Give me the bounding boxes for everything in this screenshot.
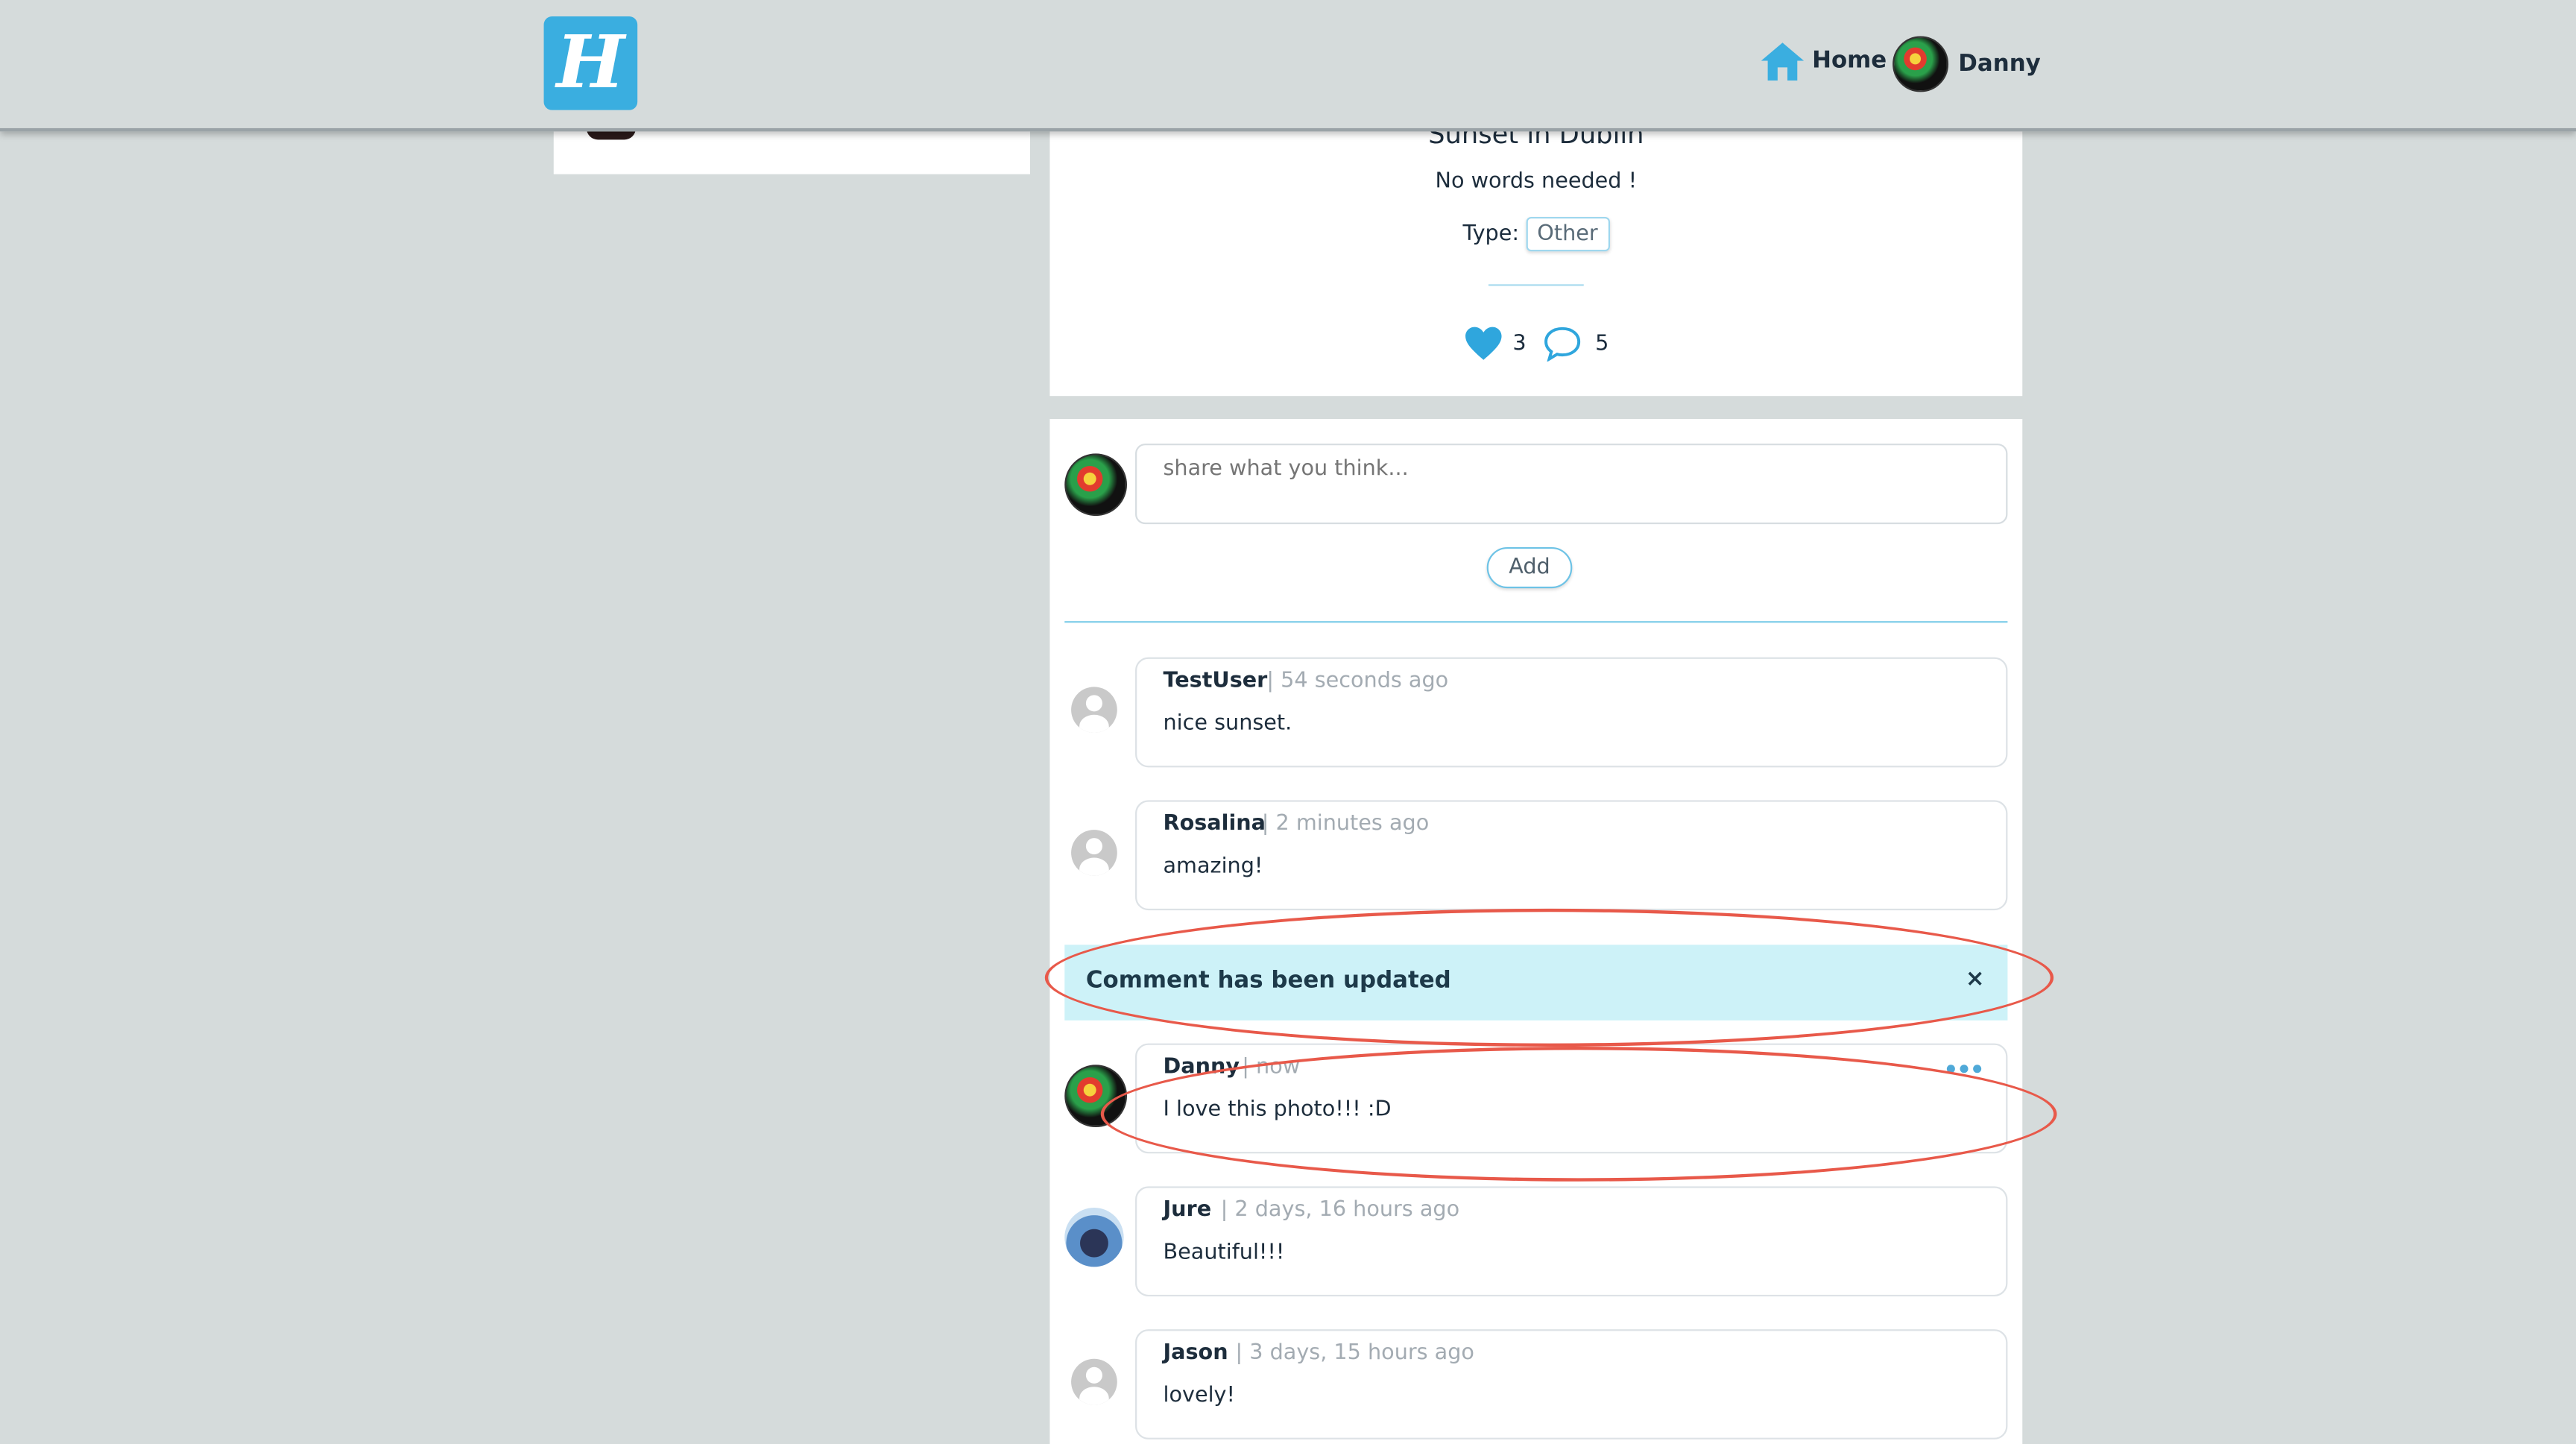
comment-box: Jure | 2 days, 16 hours ago Beautiful!!! [1135,1186,2008,1297]
comment-text: I love this photo!!! :D [1163,1097,1392,1123]
comment-text: lovely! [1163,1383,1236,1408]
post-type-label: Type: [1462,221,1520,247]
comment-item: Rosalina | 2 minutes ago amazing! [1049,800,2022,912]
user-avatar [1892,36,1949,92]
current-user-avatar [1064,453,1128,517]
comments-card: Add TestUser | 54 seconds ago nice sunse… [1049,419,2023,1444]
home-icon [1761,42,1805,81]
comment-icon[interactable] [1543,325,1582,362]
update-alert: Comment has been updated × [1064,945,2008,1021]
comment-box: Jason | 3 days, 15 hours ago lovely! [1135,1329,2008,1440]
page: H Home Danny Sunset in Dublin No words n… [0,0,2576,1444]
comment-author[interactable]: Danny [1164,1055,1240,1079]
comment-input[interactable] [1135,444,2008,525]
logo[interactable]: H [543,16,638,110]
comment-item: Danny | now I love this photo!!! :D [1049,1043,2022,1155]
comment-text: nice sunset. [1163,711,1292,737]
comment-time: | 2 days, 16 hours ago [1220,1197,1460,1223]
heart-icon[interactable] [1463,325,1503,361]
comment-item: TestUser | 54 seconds ago nice sunset. [1049,657,2022,769]
nav-home-label: Home [1812,47,1887,75]
comment-time: | 3 days, 15 hours ago [1235,1340,1474,1366]
avatar [1071,687,1117,734]
sidebar-card [553,127,1030,174]
nav-home-link[interactable]: Home [1760,40,1887,82]
comment-text: Beautiful!!! [1163,1240,1285,1266]
avatar [1071,1358,1117,1405]
comment-item: Jure | 2 days, 16 hours ago Beautiful!!! [1049,1186,2022,1298]
avatar [1064,1208,1124,1267]
alert-message: Comment has been updated [1085,968,1451,994]
comment-time: | 54 seconds ago [1266,669,1449,694]
comments-count: 5 [1595,331,1609,356]
comment-author[interactable]: Jure [1164,1198,1212,1223]
post-divider [1488,284,1584,286]
add-comment-button[interactable]: Add [1486,546,1573,589]
comment-time: | now [1242,1055,1301,1080]
comment-item: Jason | 3 days, 15 hours ago lovely! [1049,1329,2022,1441]
comment-author[interactable]: TestUser [1164,669,1268,693]
post-card: Sunset in Dublin No words needed ! Type:… [1049,119,2023,397]
comment-time: | 2 minutes ago [1261,811,1430,836]
more-options-icon[interactable] [1946,1065,1983,1074]
post-type: Type: Other [1049,216,2022,252]
comment-author[interactable]: Rosalina [1164,812,1266,836]
avatar [1071,830,1117,876]
post-description: No words needed ! [1435,169,1638,195]
top-navbar: H Home Danny [0,0,2576,132]
comment-box: Danny | now I love this photo!!! :D [1135,1043,2008,1154]
nav-user-name: Danny [1958,51,2041,78]
comment-author[interactable]: Jason [1164,1341,1228,1366]
post-type-badge[interactable]: Other [1525,216,1610,252]
nav-user-menu[interactable]: Danny [1892,36,2041,92]
post-stats: 3 5 [1049,325,2022,362]
close-icon[interactable]: × [1966,966,1985,992]
avatar [1064,1065,1128,1128]
comments-divider [1064,621,2008,623]
comment-box: Rosalina | 2 minutes ago amazing! [1135,800,2008,911]
comment-text: amazing! [1163,854,1263,880]
likes-count: 3 [1512,331,1527,356]
comment-box: TestUser | 54 seconds ago nice sunset. [1135,657,2008,768]
